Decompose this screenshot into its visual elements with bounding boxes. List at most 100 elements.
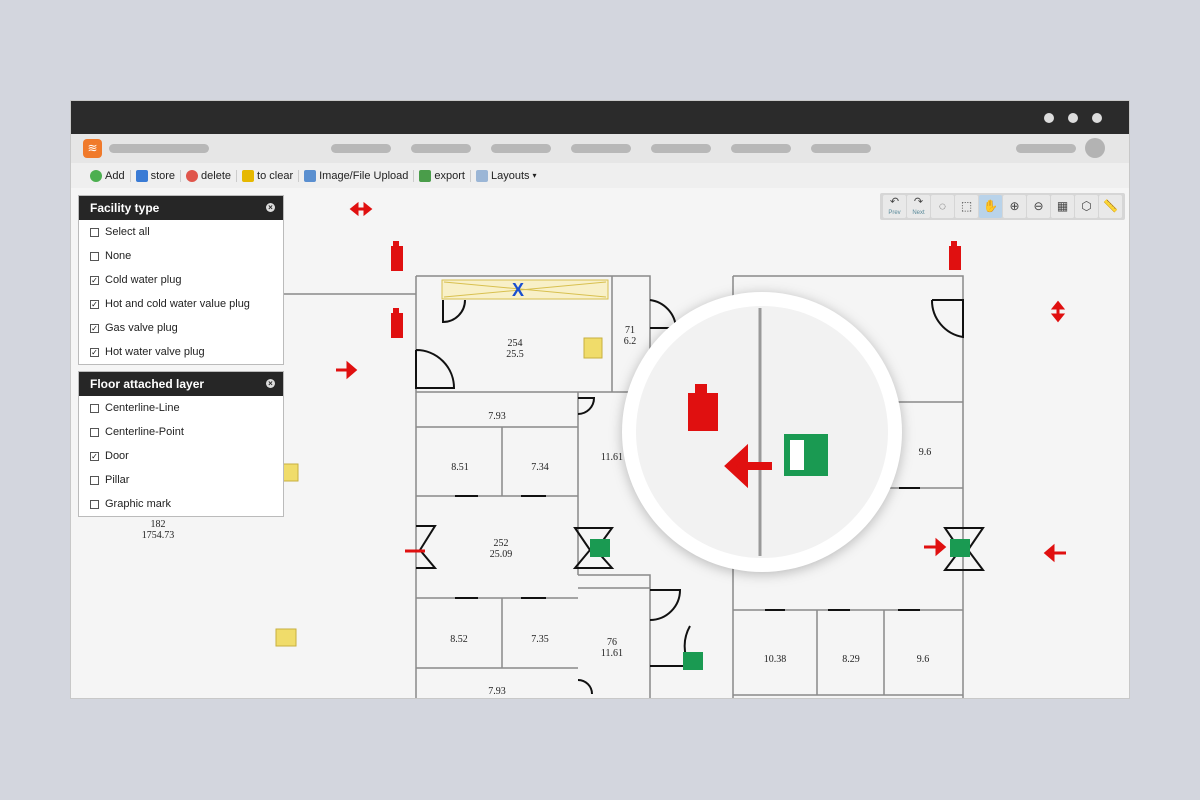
lasso-select-icon: ◌ — [938, 199, 947, 213]
ruler-icon: 📏 — [1103, 199, 1118, 213]
window-control[interactable] — [1044, 113, 1054, 123]
emergency-exit-icon — [683, 652, 703, 670]
window-control[interactable] — [1092, 113, 1102, 123]
layer-option[interactable]: Centerline-Line — [79, 396, 283, 420]
room-label: 9.6 — [917, 654, 930, 665]
panel-title: Facility type — [90, 201, 160, 215]
button-label: export — [434, 169, 465, 182]
layer-option[interactable]: ✓ Cold water plug — [79, 268, 283, 292]
nav-item[interactable] — [331, 144, 391, 153]
prev-tool-button[interactable]: ↶ Prev — [883, 195, 906, 218]
lasso-select-tool-button[interactable]: ◌ — [931, 195, 954, 218]
zoom-in-tool-button[interactable]: ⊕ — [1003, 195, 1026, 218]
layer-option[interactable]: ✓ Hot water valve plug — [79, 340, 283, 364]
emergency-exit-icon — [950, 539, 970, 557]
broom-icon — [242, 169, 255, 182]
next-tool-button[interactable]: ↷ Next — [907, 195, 930, 218]
plug-icons — [275, 337, 603, 647]
room-label: 76 — [607, 637, 617, 648]
nav-item[interactable] — [411, 144, 471, 153]
app-logo-icon[interactable]: ≋ — [83, 139, 102, 158]
prev-label: Prev — [888, 210, 901, 216]
fire-extinguisher-icon — [949, 241, 961, 270]
nav-item[interactable] — [651, 144, 711, 153]
ruler-tool-button[interactable]: 📏 — [1099, 195, 1122, 218]
fire-extinguisher-icon — [391, 241, 403, 271]
layer-option[interactable]: Graphic mark — [79, 492, 283, 516]
rect-select-tool-button[interactable]: ⬚ — [955, 195, 978, 218]
app-window: ≋ Add store delete to clear Image/File Uploa… — [70, 100, 1130, 699]
checkbox[interactable] — [90, 251, 99, 261]
avatar[interactable] — [1085, 138, 1105, 158]
checkbox[interactable]: ✓ — [90, 323, 99, 333]
checkbox[interactable]: ✓ — [90, 275, 99, 285]
save-icon — [135, 169, 148, 182]
nav-item[interactable] — [571, 144, 631, 153]
nav-item[interactable] — [731, 144, 791, 153]
floor-plan-canvas[interactable]: X 254 25.5 71 6.2 7.93 8.51 7.34 11.61 2… — [71, 188, 1129, 698]
layer-option[interactable]: Pillar — [79, 468, 283, 492]
button-label: store — [150, 169, 176, 182]
nav-item[interactable] — [811, 144, 871, 153]
facility-list: Select all None ✓ Cold water plug ✓ Hot and c… — [79, 220, 283, 364]
toolbar: Add store delete to clear Image/File Upload e… — [71, 163, 1129, 188]
layer-option[interactable]: ✓ Hot and cold water value plug — [79, 292, 283, 316]
toolbar-add-button[interactable]: Add — [85, 169, 131, 182]
window-control[interactable] — [1068, 113, 1078, 123]
toolbar-layouts-button[interactable]: Layouts ▾ — [471, 169, 542, 182]
next-label: Next — [912, 210, 925, 216]
arrow-right-icon — [924, 537, 947, 557]
toolbar-export-button[interactable]: export — [414, 169, 471, 182]
nav-item[interactable] — [491, 144, 551, 153]
toolbar-to-clear-button[interactable]: to clear — [237, 169, 300, 182]
checkbox[interactable]: ✓ — [90, 299, 99, 309]
room-label: 8.52 — [450, 634, 468, 645]
caret-down-icon: ▾ — [532, 171, 537, 180]
option-label: Hot water valve plug — [105, 346, 205, 358]
layer-list: Centerline-Line Centerline-Point ✓ Door Pill… — [79, 396, 283, 516]
checkbox[interactable]: ✓ — [90, 451, 99, 461]
checkbox[interactable] — [90, 427, 99, 437]
layer-option[interactable]: ✓ Gas valve plug — [79, 316, 283, 340]
pan-tool-button[interactable]: ✋ — [979, 195, 1002, 218]
app-title-placeholder — [109, 144, 209, 153]
room-label: 7.35 — [531, 634, 549, 645]
polygon-measure-tool-button[interactable]: ⬡ — [1075, 195, 1098, 218]
pan-icon: ✋ — [983, 199, 998, 213]
title-bar — [71, 101, 1129, 134]
toolbar-store-button[interactable]: store — [131, 169, 182, 182]
option-label: None — [105, 250, 132, 262]
room-label: 8.51 — [451, 462, 469, 473]
next-icon: ↷ — [913, 196, 924, 208]
close-icon[interactable]: × — [266, 379, 275, 388]
button-label: to clear — [257, 169, 294, 182]
close-icon[interactable]: × — [266, 203, 275, 212]
calculator-icon: ▦ — [1056, 199, 1069, 213]
button-label: delete — [201, 169, 232, 182]
option-label: Centerline-Line — [105, 402, 180, 414]
room-label: 25.09 — [490, 549, 513, 560]
room-label: 7.93 — [488, 411, 506, 422]
button-label: Add — [105, 169, 125, 182]
toolbar-image-file-upload-button[interactable]: Image/File Upload — [299, 169, 415, 182]
layer-option[interactable]: Select all — [79, 220, 283, 244]
checkbox[interactable] — [90, 403, 99, 413]
zoom-out-icon: ⊖ — [1033, 199, 1044, 213]
calculator-tool-button[interactable]: ▦ — [1051, 195, 1074, 218]
checkbox[interactable] — [90, 227, 99, 237]
toolbar-delete-button[interactable]: delete — [181, 169, 238, 182]
zoom-out-tool-button[interactable]: ⊖ — [1027, 195, 1050, 218]
layer-option[interactable]: ✓ Door — [79, 444, 283, 468]
layer-option[interactable]: Centerline-Point — [79, 420, 283, 444]
double-arrow-icon — [1050, 300, 1066, 323]
checkbox[interactable] — [90, 499, 99, 509]
magnifier-lens — [622, 292, 902, 572]
arrow-right-icon — [336, 360, 358, 380]
room-label: 6.2 — [624, 336, 637, 347]
checkbox[interactable]: ✓ — [90, 347, 99, 357]
zoom-in-icon: ⊕ — [1009, 199, 1020, 213]
room-label: 11.61 — [601, 452, 623, 463]
layer-option[interactable]: None — [79, 244, 283, 268]
checkbox[interactable] — [90, 475, 99, 485]
panel-header: Facility type × — [79, 196, 283, 220]
